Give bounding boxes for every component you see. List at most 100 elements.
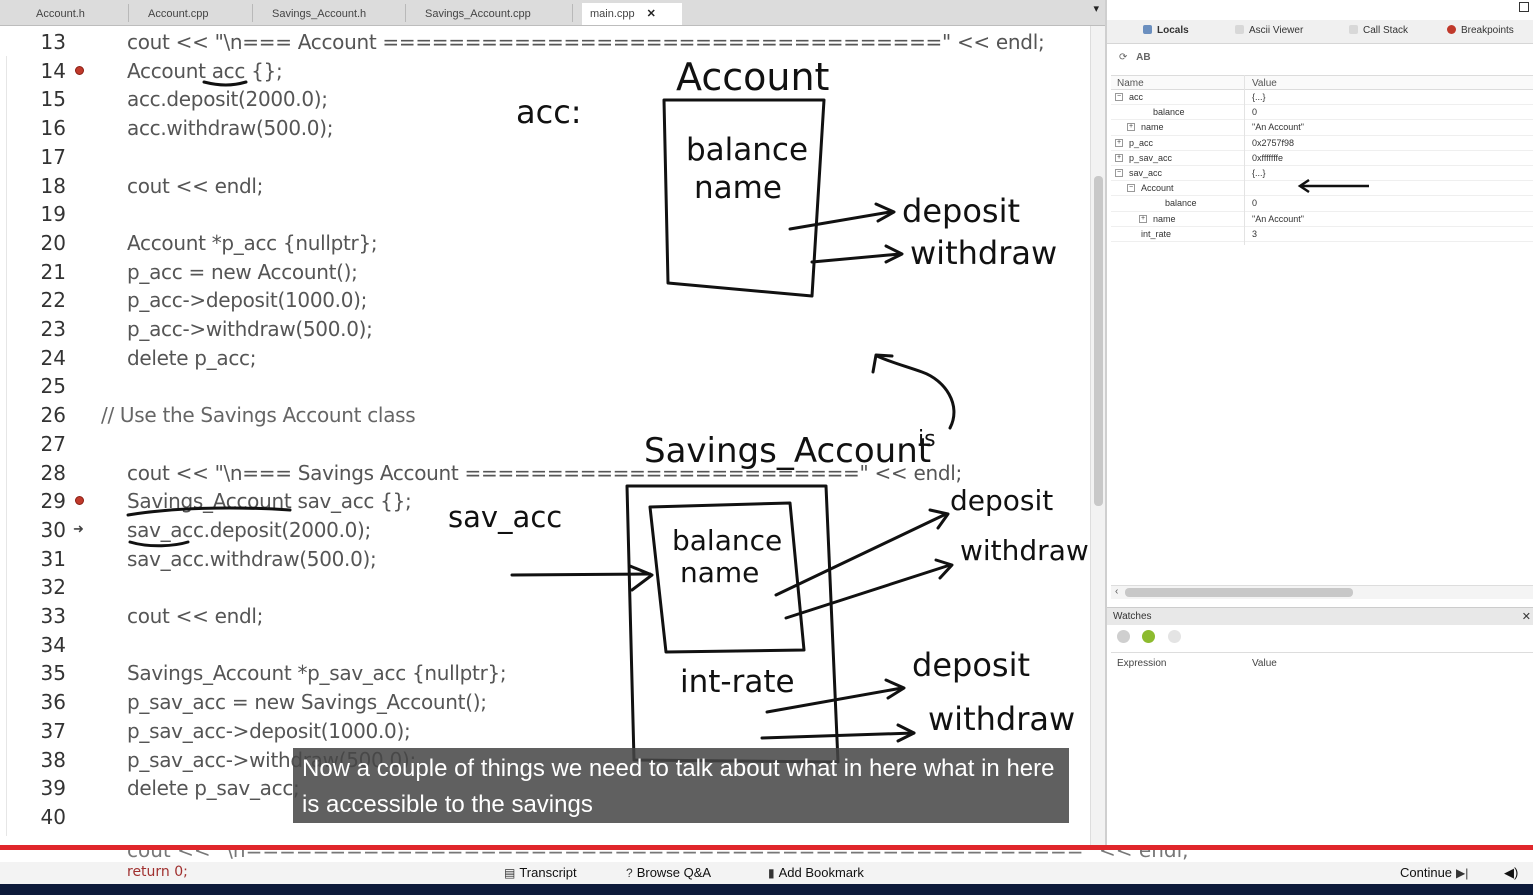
code-line[interactable]: 26 // Use the Savings Account class	[0, 401, 1090, 429]
line-number: 40	[40, 804, 66, 829]
line-number: 39	[40, 776, 66, 801]
line-number: 33	[40, 604, 66, 628]
code-line[interactable]: 25	[0, 372, 1090, 400]
tab-label: Savings_Account.h	[272, 8, 367, 20]
watches-grid[interactable]: Expression Value	[1111, 652, 1533, 842]
tab-main-cpp[interactable]: main.cpp ✕	[582, 3, 682, 25]
scrollbar-thumb[interactable]	[1094, 176, 1103, 506]
column-header-value[interactable]: Value	[1252, 658, 1277, 669]
code-line[interactable]: 36 p_sav_acc = new Savings_Account();	[0, 688, 1090, 716]
scroll-left-icon[interactable]: ‹	[1115, 586, 1118, 597]
code-line[interactable]: 24 delete p_acc;	[0, 344, 1090, 372]
code-line[interactable]: 34	[0, 631, 1090, 659]
line-number: 29	[40, 489, 66, 514]
code-text: acc.withdraw(500.0);	[127, 116, 334, 141]
code-line[interactable]: 18 cout << endl;	[0, 172, 1090, 200]
code-text: cout << "\n=== Savings Account =========…	[127, 460, 962, 485]
ascii-toggle-icon[interactable]: AB	[1136, 52, 1150, 63]
locals-row[interactable]: + name "An Account"	[1111, 120, 1533, 136]
column-divider[interactable]	[1244, 75, 1245, 245]
code-line[interactable]: 28 cout << "\n=== Savings Account =======…	[0, 459, 1090, 487]
breakpoints-icon	[1447, 25, 1456, 34]
code-line[interactable]: 19	[0, 200, 1090, 228]
breakpoint-icon[interactable]	[75, 496, 84, 506]
tab-savings-account-h[interactable]: Savings_Account.h	[264, 3, 366, 25]
code-line[interactable]: 16 acc.withdraw(500.0);	[0, 114, 1090, 142]
breakpoint-icon[interactable]	[75, 65, 84, 75]
code-line[interactable]: 15 acc.deposit(2000.0);	[0, 85, 1090, 113]
collapse-icon[interactable]: −	[1127, 184, 1135, 193]
continue-label: Continue	[1400, 865, 1453, 880]
locals-row[interactable]: balance 0	[1111, 196, 1533, 212]
line-number: 19	[40, 202, 66, 227]
locals-grid[interactable]: Name Value − acc {...} balance 0 + name "An Acc…	[1111, 75, 1533, 242]
volume-icon[interactable]: ◀)	[1504, 865, 1518, 881]
locals-row[interactable]: − acc {...}	[1111, 90, 1533, 106]
code-line[interactable]: 33 cout << endl;	[0, 602, 1090, 630]
code-line-41: cout << "\n=============================…	[127, 850, 1189, 862]
continue-button[interactable]: Continue ▶|	[1400, 865, 1472, 880]
editor-vertical-scrollbar[interactable]	[1090, 26, 1105, 846]
watches-title-bar: Watches ✕	[1107, 607, 1533, 625]
expand-icon[interactable]: +	[1127, 123, 1135, 132]
tab-account-cpp[interactable]: Account.cpp	[140, 3, 209, 25]
code-line[interactable]: 32	[0, 573, 1090, 601]
tab-locals[interactable]: Locals	[1143, 25, 1189, 36]
column-header-value[interactable]: Value	[1252, 78, 1277, 89]
expand-icon[interactable]: +	[1115, 153, 1123, 162]
code-line-42: return 0;	[127, 864, 188, 880]
collapse-icon[interactable]: −	[1115, 93, 1123, 101]
refresh-icon[interactable]: ⟳	[1119, 52, 1127, 63]
locals-row[interactable]: int_rate 3	[1111, 227, 1533, 242]
collapse-icon[interactable]: −	[1115, 168, 1123, 177]
add-bookmark-button[interactable]: ▮ Add Bookmark	[768, 865, 864, 880]
code-text: p_acc->deposit(1000.0);	[127, 288, 368, 313]
scrollbar-thumb[interactable]	[1125, 588, 1353, 597]
expand-icon[interactable]: +	[1139, 214, 1147, 223]
code-line[interactable]: 23 p_acc->withdraw(500.0);	[0, 315, 1090, 343]
chevron-down-icon[interactable]: ▾	[1093, 2, 1099, 15]
code-line[interactable]: 31 sav_acc.withdraw(500.0);	[0, 545, 1090, 573]
tab-separator	[128, 4, 129, 22]
watches-toolbar	[1117, 630, 1189, 648]
add-watch-icon[interactable]	[1142, 630, 1156, 643]
video-caption: Now a couple of things we need to talk a…	[293, 748, 1069, 823]
locals-row[interactable]: + p_sav_acc 0xfffffffe	[1111, 151, 1533, 166]
locals-row[interactable]: balance 0	[1111, 105, 1533, 121]
tab-breakpoints[interactable]: Breakpoints	[1447, 25, 1514, 36]
column-header-expression[interactable]: Expression	[1117, 658, 1166, 669]
close-icon[interactable]: ✕	[647, 8, 656, 20]
code-line[interactable]: 27	[0, 430, 1090, 458]
locals-horizontal-scrollbar[interactable]: ‹	[1111, 585, 1533, 599]
code-line[interactable]: 35 Savings_Account *p_sav_acc {nullptr};	[0, 659, 1090, 687]
expand-icon[interactable]: +	[1115, 138, 1123, 147]
code-line[interactable]: 37 p_sav_acc->deposit(1000.0);	[0, 717, 1090, 745]
code-line[interactable]: 14 Account acc {};	[0, 57, 1090, 85]
remove-watch-icon[interactable]	[1167, 630, 1181, 643]
tab-ascii-viewer[interactable]: Ascii Viewer	[1235, 25, 1303, 36]
code-line[interactable]: 20 Account *p_acc {nullptr};	[0, 229, 1090, 257]
locals-row[interactable]: + name "An Account"	[1111, 212, 1533, 227]
tab-call-stack[interactable]: Call Stack	[1349, 25, 1408, 36]
close-icon[interactable]: ✕	[1522, 610, 1531, 623]
code-line[interactable]: 17	[0, 143, 1090, 171]
locals-name: acc	[1129, 92, 1144, 102]
code-text: acc.deposit(2000.0);	[127, 87, 328, 112]
tab-label: Breakpoints	[1461, 25, 1514, 36]
tab-account-h[interactable]: Account.h	[28, 3, 85, 25]
refresh-icon[interactable]	[1117, 630, 1130, 643]
tab-savings-account-cpp[interactable]: Savings_Account.cpp	[417, 3, 531, 25]
code-editor[interactable]: 13 cout << "\n=== Account ===============…	[0, 26, 1090, 846]
locals-row[interactable]: + p_acc 0x2757f98	[1111, 136, 1533, 151]
handwritten-arrow-sav-acc	[1297, 178, 1369, 194]
code-line[interactable]: 21 p_acc = new Account();	[0, 258, 1090, 286]
code-line[interactable]: 29 Savings_Account sav_acc {};	[0, 487, 1090, 515]
code-line[interactable]: 30 ➜ sav_acc.deposit(2000.0);	[0, 516, 1090, 544]
column-header-name[interactable]: Name	[1117, 78, 1144, 89]
transcript-button[interactable]: ▤ Transcript	[504, 865, 577, 880]
code-line[interactable]: 22 p_acc->deposit(1000.0);	[0, 286, 1090, 314]
line-number: 25	[40, 374, 66, 399]
browse-qa-button[interactable]: ? Browse Q&A	[626, 865, 711, 880]
maximize-icon[interactable]	[1519, 2, 1529, 12]
code-line[interactable]: 13 cout << "\n=== Account ===============…	[0, 28, 1090, 56]
